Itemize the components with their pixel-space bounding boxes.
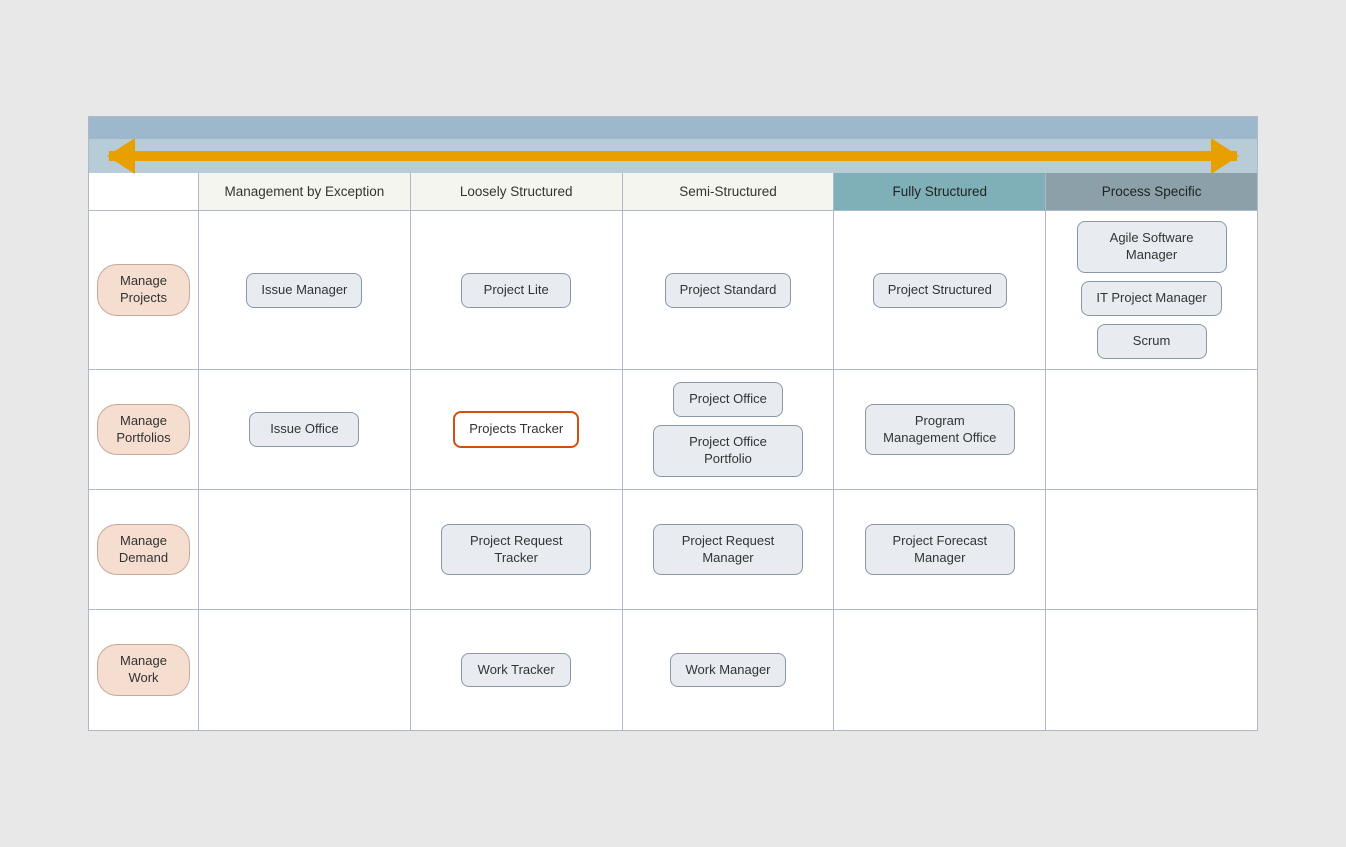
data-row-1: Manage Portfolios Issue Office Projects Tr…	[89, 370, 1257, 490]
data-row-0: Manage Projects Issue Manager Project Lite…	[89, 211, 1257, 370]
cell-content-2-2: Project Request Manager	[629, 524, 828, 576]
data-cell-2-3: Project Forecast Manager	[834, 490, 1046, 609]
product-box-2-1-0[interactable]: Project Request Tracker	[441, 524, 591, 576]
arrow-row	[89, 139, 1257, 173]
data-rows: Manage Projects Issue Manager Project Lite…	[89, 211, 1257, 730]
product-box-1-0-0[interactable]: Issue Office	[249, 412, 359, 447]
data-cell-3-1: Work Tracker	[411, 610, 623, 730]
data-cell-0-3: Project Structured	[834, 211, 1046, 369]
cell-content-0-2: Project Standard	[629, 273, 828, 308]
product-box-0-3-0[interactable]: Project Structured	[873, 273, 1007, 308]
data-cell-0-4: Agile Software Manager IT Project Manager…	[1046, 211, 1257, 369]
data-cell-3-0	[199, 610, 411, 730]
product-box-0-4-1[interactable]: IT Project Manager	[1081, 281, 1221, 316]
cell-content-1-1: Projects Tracker	[417, 411, 616, 448]
col-header-3: Fully Structured	[834, 173, 1046, 211]
cell-content-0-3: Project Structured	[840, 273, 1039, 308]
row-label-cell-3: Manage Work	[89, 610, 199, 730]
cell-content-3-1: Work Tracker	[417, 653, 616, 688]
data-cell-0-2: Project Standard	[623, 211, 835, 369]
product-box-0-2-0[interactable]: Project Standard	[665, 273, 792, 308]
row-label-pill-3: Manage Work	[97, 644, 190, 696]
row-label-pill-1: Manage Portfolios	[97, 404, 190, 456]
product-box-2-2-0[interactable]: Project Request Manager	[653, 524, 803, 576]
data-cell-2-1: Project Request Tracker	[411, 490, 623, 609]
product-box-1-2-1[interactable]: Project Office Portfolio	[653, 425, 803, 477]
col-header-spacer	[89, 173, 199, 211]
product-box-3-2-0[interactable]: Work Manager	[670, 653, 785, 688]
cell-content-2-1: Project Request Tracker	[417, 524, 616, 576]
data-cell-2-2: Project Request Manager	[623, 490, 835, 609]
row-label-cell-0: Manage Projects	[89, 211, 199, 369]
product-box-0-4-2[interactable]: Scrum	[1097, 324, 1207, 359]
product-box-0-4-0[interactable]: Agile Software Manager	[1077, 221, 1227, 273]
arrow-bar	[109, 147, 1237, 165]
col-headers-row: Management by ExceptionLoosely Structure…	[89, 173, 1257, 212]
col-header-2: Semi-Structured	[623, 173, 835, 211]
arrow-line	[109, 151, 1237, 161]
cell-content-0-1: Project Lite	[417, 273, 616, 308]
data-cell-3-4	[1046, 610, 1257, 730]
row-label-cell-1: Manage Portfolios	[89, 370, 199, 489]
cell-content-1-2: Project Office Project Office Portfolio	[629, 382, 828, 477]
product-box-0-1-0[interactable]: Project Lite	[461, 273, 571, 308]
row-label-cell-2: Manage Demand	[89, 490, 199, 609]
arrow-left-icon	[107, 138, 135, 174]
data-cell-0-0: Issue Manager	[199, 211, 411, 369]
arrow-right-icon	[1211, 138, 1239, 174]
data-cell-1-0: Issue Office	[199, 370, 411, 489]
row-label-pill-0: Manage Projects	[97, 264, 190, 316]
data-cell-1-3: Program Management Office	[834, 370, 1046, 489]
data-cell-2-4	[1046, 490, 1257, 609]
data-row-3: Manage Work Work Tracker Work Manager	[89, 610, 1257, 730]
data-cell-3-2: Work Manager	[623, 610, 835, 730]
cell-content-2-3: Project Forecast Manager	[840, 524, 1039, 576]
col-header-0: Management by Exception	[199, 173, 411, 211]
cell-content-0-0: Issue Manager	[205, 273, 404, 308]
data-cell-1-2: Project Office Project Office Portfolio	[623, 370, 835, 489]
product-box-1-2-0[interactable]: Project Office	[673, 382, 783, 417]
product-box-1-3-0[interactable]: Program Management Office	[865, 404, 1015, 456]
data-cell-0-1: Project Lite	[411, 211, 623, 369]
data-cell-3-3	[834, 610, 1046, 730]
row-label-pill-2: Manage Demand	[97, 524, 190, 576]
data-cell-1-4	[1046, 370, 1257, 489]
cell-content-3-2: Work Manager	[629, 653, 828, 688]
col-header-4: Process Specific	[1046, 173, 1257, 211]
data-cell-2-0	[199, 490, 411, 609]
data-row-2: Manage Demand Project Request Tracker Proj…	[89, 490, 1257, 610]
diagram-container: Management by ExceptionLoosely Structure…	[88, 116, 1258, 731]
product-box-3-1-0[interactable]: Work Tracker	[461, 653, 571, 688]
cell-content-0-4: Agile Software Manager IT Project Manager…	[1052, 221, 1251, 359]
diagram-title	[89, 117, 1257, 139]
product-box-1-1-0[interactable]: Projects Tracker	[453, 411, 579, 448]
product-box-2-3-0[interactable]: Project Forecast Manager	[865, 524, 1015, 576]
col-header-1: Loosely Structured	[411, 173, 623, 211]
cell-content-1-0: Issue Office	[205, 412, 404, 447]
data-cell-1-1: Projects Tracker	[411, 370, 623, 489]
product-box-0-0-0[interactable]: Issue Manager	[246, 273, 362, 308]
cell-content-1-3: Program Management Office	[840, 404, 1039, 456]
